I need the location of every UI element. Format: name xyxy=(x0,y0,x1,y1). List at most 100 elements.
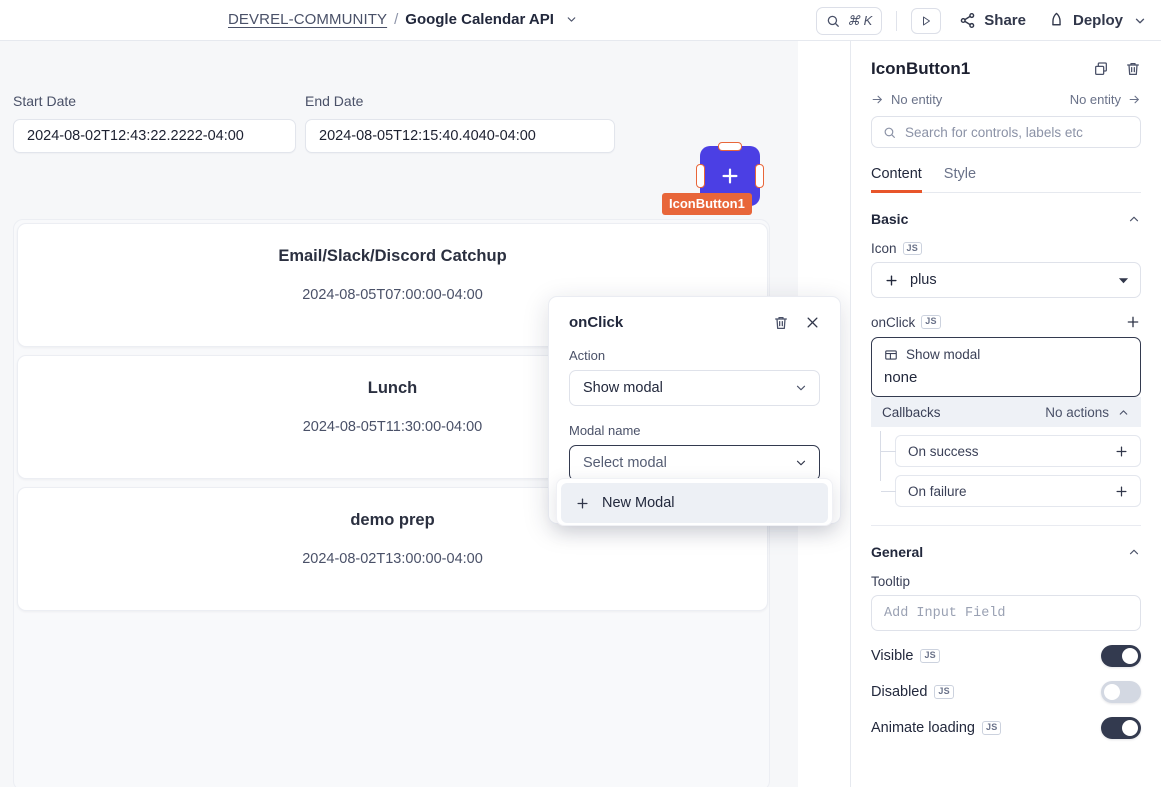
widget-name-badge: IconButton1 xyxy=(662,193,752,215)
next-entity-label: No entity xyxy=(1069,92,1121,107)
duplicate-icon[interactable] xyxy=(1093,61,1109,77)
add-on-success-button[interactable] xyxy=(1114,444,1129,459)
panel-header: IconButton1 xyxy=(871,41,1141,79)
next-entity-button[interactable]: No entity xyxy=(1070,92,1141,107)
prev-entity-button[interactable]: No entity xyxy=(871,92,942,107)
modal-name-label: Modal name xyxy=(569,423,641,438)
rocket-icon xyxy=(1048,12,1065,29)
play-icon xyxy=(920,15,932,27)
callbacks-label: Callbacks xyxy=(882,404,941,420)
panel-divider xyxy=(871,525,1141,526)
on-success-label: On success xyxy=(908,443,979,459)
breadcrumb-app-name[interactable]: Google Calendar API xyxy=(405,11,554,28)
tab-style[interactable]: Style xyxy=(944,166,976,192)
icon-property-label: Icon JS xyxy=(871,241,1141,256)
chevron-down-icon[interactable] xyxy=(565,13,578,26)
delete-icon[interactable] xyxy=(773,315,789,331)
close-icon[interactable] xyxy=(805,315,820,330)
visible-row: Visible JS xyxy=(871,645,1141,667)
widget-iconbutton1[interactable]: IconButton1 xyxy=(662,142,764,215)
end-date-label: End Date xyxy=(305,93,364,109)
plus-icon xyxy=(884,273,899,288)
onclick-property-header: onClick JS xyxy=(871,314,1141,330)
resize-handle-left[interactable] xyxy=(696,164,705,188)
top-bar: DEVREL-COMMUNITY / Google Calendar API ⌘… xyxy=(0,0,1161,41)
icon-label-text: Icon xyxy=(871,241,897,256)
plus-icon xyxy=(719,165,741,187)
dropdown-option-new-modal[interactable]: New Modal xyxy=(561,483,828,523)
section-basic-header[interactable]: Basic xyxy=(871,211,1141,227)
modal-icon xyxy=(884,348,898,362)
action-value: none xyxy=(884,369,918,386)
delete-icon[interactable] xyxy=(1125,61,1141,77)
canvas-scrollbar-track[interactable] xyxy=(841,41,848,787)
breadcrumb-org[interactable]: DEVREL-COMMUNITY xyxy=(228,11,387,28)
popover-header: onClick xyxy=(569,314,820,331)
visible-toggle[interactable] xyxy=(1101,645,1141,667)
section-general-header[interactable]: General xyxy=(871,544,1141,560)
disabled-label: Disabled xyxy=(871,684,928,700)
app-root: DEVREL-COMMUNITY / Google Calendar API ⌘… xyxy=(0,0,1161,787)
action-select[interactable]: Show modal xyxy=(569,370,820,406)
share-label: Share xyxy=(984,12,1026,29)
arrow-right-icon xyxy=(1128,93,1141,106)
modal-name-placeholder: Select modal xyxy=(583,455,667,471)
preview-play-button[interactable] xyxy=(911,7,942,34)
onclick-action-card[interactable]: Show modal none xyxy=(871,337,1141,397)
callbacks-header[interactable]: Callbacks No actions xyxy=(871,397,1141,427)
start-date-input[interactable]: 2024-08-02T12:43:22.2222-04:00 xyxy=(13,119,296,153)
search-icon xyxy=(883,126,896,139)
page-title: IconButton1 xyxy=(871,59,971,78)
breadcrumb: DEVREL-COMMUNITY / Google Calendar API xyxy=(228,11,578,28)
modal-select-dropdown: New Modal xyxy=(556,478,833,526)
action-type-row: Show modal xyxy=(884,347,1128,362)
popover-header-actions xyxy=(773,315,820,331)
toolbar-divider xyxy=(896,10,898,31)
animate-loading-row: Animate loading JS xyxy=(871,717,1141,739)
animate-loading-toggle[interactable] xyxy=(1101,717,1141,739)
plus-icon xyxy=(575,496,590,511)
disabled-toggle[interactable] xyxy=(1101,681,1141,703)
chevron-up-icon xyxy=(1127,545,1141,559)
js-badge[interactable]: JS xyxy=(920,649,940,663)
arrow-right-icon xyxy=(871,93,884,106)
add-on-failure-button[interactable] xyxy=(1114,484,1129,499)
callback-on-success[interactable]: On success xyxy=(881,435,1141,467)
onclick-label: onClick xyxy=(871,314,916,330)
js-badge[interactable]: JS xyxy=(921,315,941,329)
callback-on-failure[interactable]: On failure xyxy=(881,475,1141,507)
caret-down-icon xyxy=(1118,275,1129,286)
modal-name-select[interactable]: Select modal xyxy=(569,445,820,481)
icon-select[interactable]: plus xyxy=(871,262,1141,298)
chevron-down-icon xyxy=(794,456,808,470)
deploy-button[interactable]: Deploy xyxy=(1048,12,1123,29)
global-search-button[interactable]: ⌘ K xyxy=(815,6,883,35)
section-basic-label: Basic xyxy=(871,211,909,227)
section-general-label: General xyxy=(871,544,924,560)
panel-search-input[interactable]: Search for controls, labels etc xyxy=(871,116,1141,148)
js-badge[interactable]: JS xyxy=(934,685,954,699)
share-button[interactable]: Share xyxy=(959,12,1026,29)
search-icon xyxy=(826,14,840,28)
animate-loading-label: Animate loading xyxy=(871,720,975,736)
deploy-chevron-down-icon[interactable] xyxy=(1133,14,1151,28)
panel-tabs: Content Style xyxy=(871,166,1141,193)
js-badge[interactable]: JS xyxy=(982,721,1002,735)
panel-header-actions xyxy=(1093,61,1141,77)
tooltip-label: Tooltip xyxy=(871,574,911,589)
js-badge[interactable]: JS xyxy=(902,241,922,256)
deploy-label: Deploy xyxy=(1072,12,1123,29)
tab-content[interactable]: Content xyxy=(871,166,922,193)
top-bar-actions: ⌘ K Share Deploy xyxy=(815,0,1151,41)
disabled-row: Disabled JS xyxy=(871,681,1141,703)
event-title: Lunch xyxy=(367,379,418,397)
event-time: 2024-08-05T07:00:00-04:00 xyxy=(302,287,483,303)
inspector-panel: IconButton1 No entity No entity Search f… xyxy=(850,41,1161,787)
tooltip-input[interactable]: Add Input Field xyxy=(871,595,1141,631)
breadcrumb-separator: / xyxy=(394,11,399,28)
resize-handle-right[interactable] xyxy=(755,164,764,188)
callbacks-tree: On success On failure xyxy=(871,431,1141,507)
resize-handle-top[interactable] xyxy=(718,142,742,151)
end-date-input[interactable]: 2024-08-05T12:15:40.4040-04:00 xyxy=(305,119,615,153)
add-onclick-action-button[interactable] xyxy=(1125,314,1141,330)
